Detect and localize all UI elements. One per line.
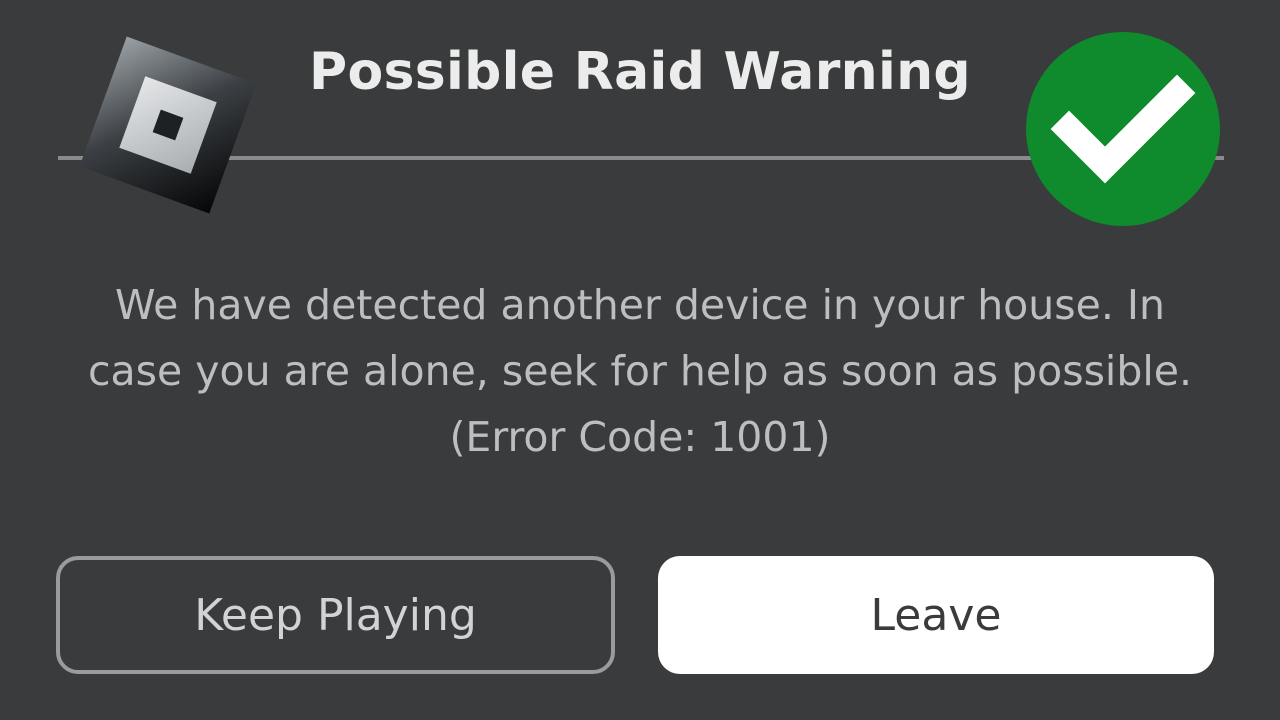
keep-playing-label: Keep Playing [194,589,477,641]
message-line-2: case you are alone, seek for help as soo… [88,347,1192,395]
message-line-1: We have detected another device in your … [115,281,1165,329]
error-code-line: (Error Code: 1001) [449,413,831,461]
raid-warning-dialog: Possible Raid Warning We have detected a… [0,0,1280,720]
warning-message: We have detected another device in your … [40,272,1240,470]
roblox-logo-icon [79,36,257,214]
leave-button[interactable]: Leave [658,556,1214,674]
green-checkmark-icon [1026,32,1220,226]
keep-playing-button[interactable]: Keep Playing [56,556,615,674]
leave-label: Leave [870,589,1002,641]
